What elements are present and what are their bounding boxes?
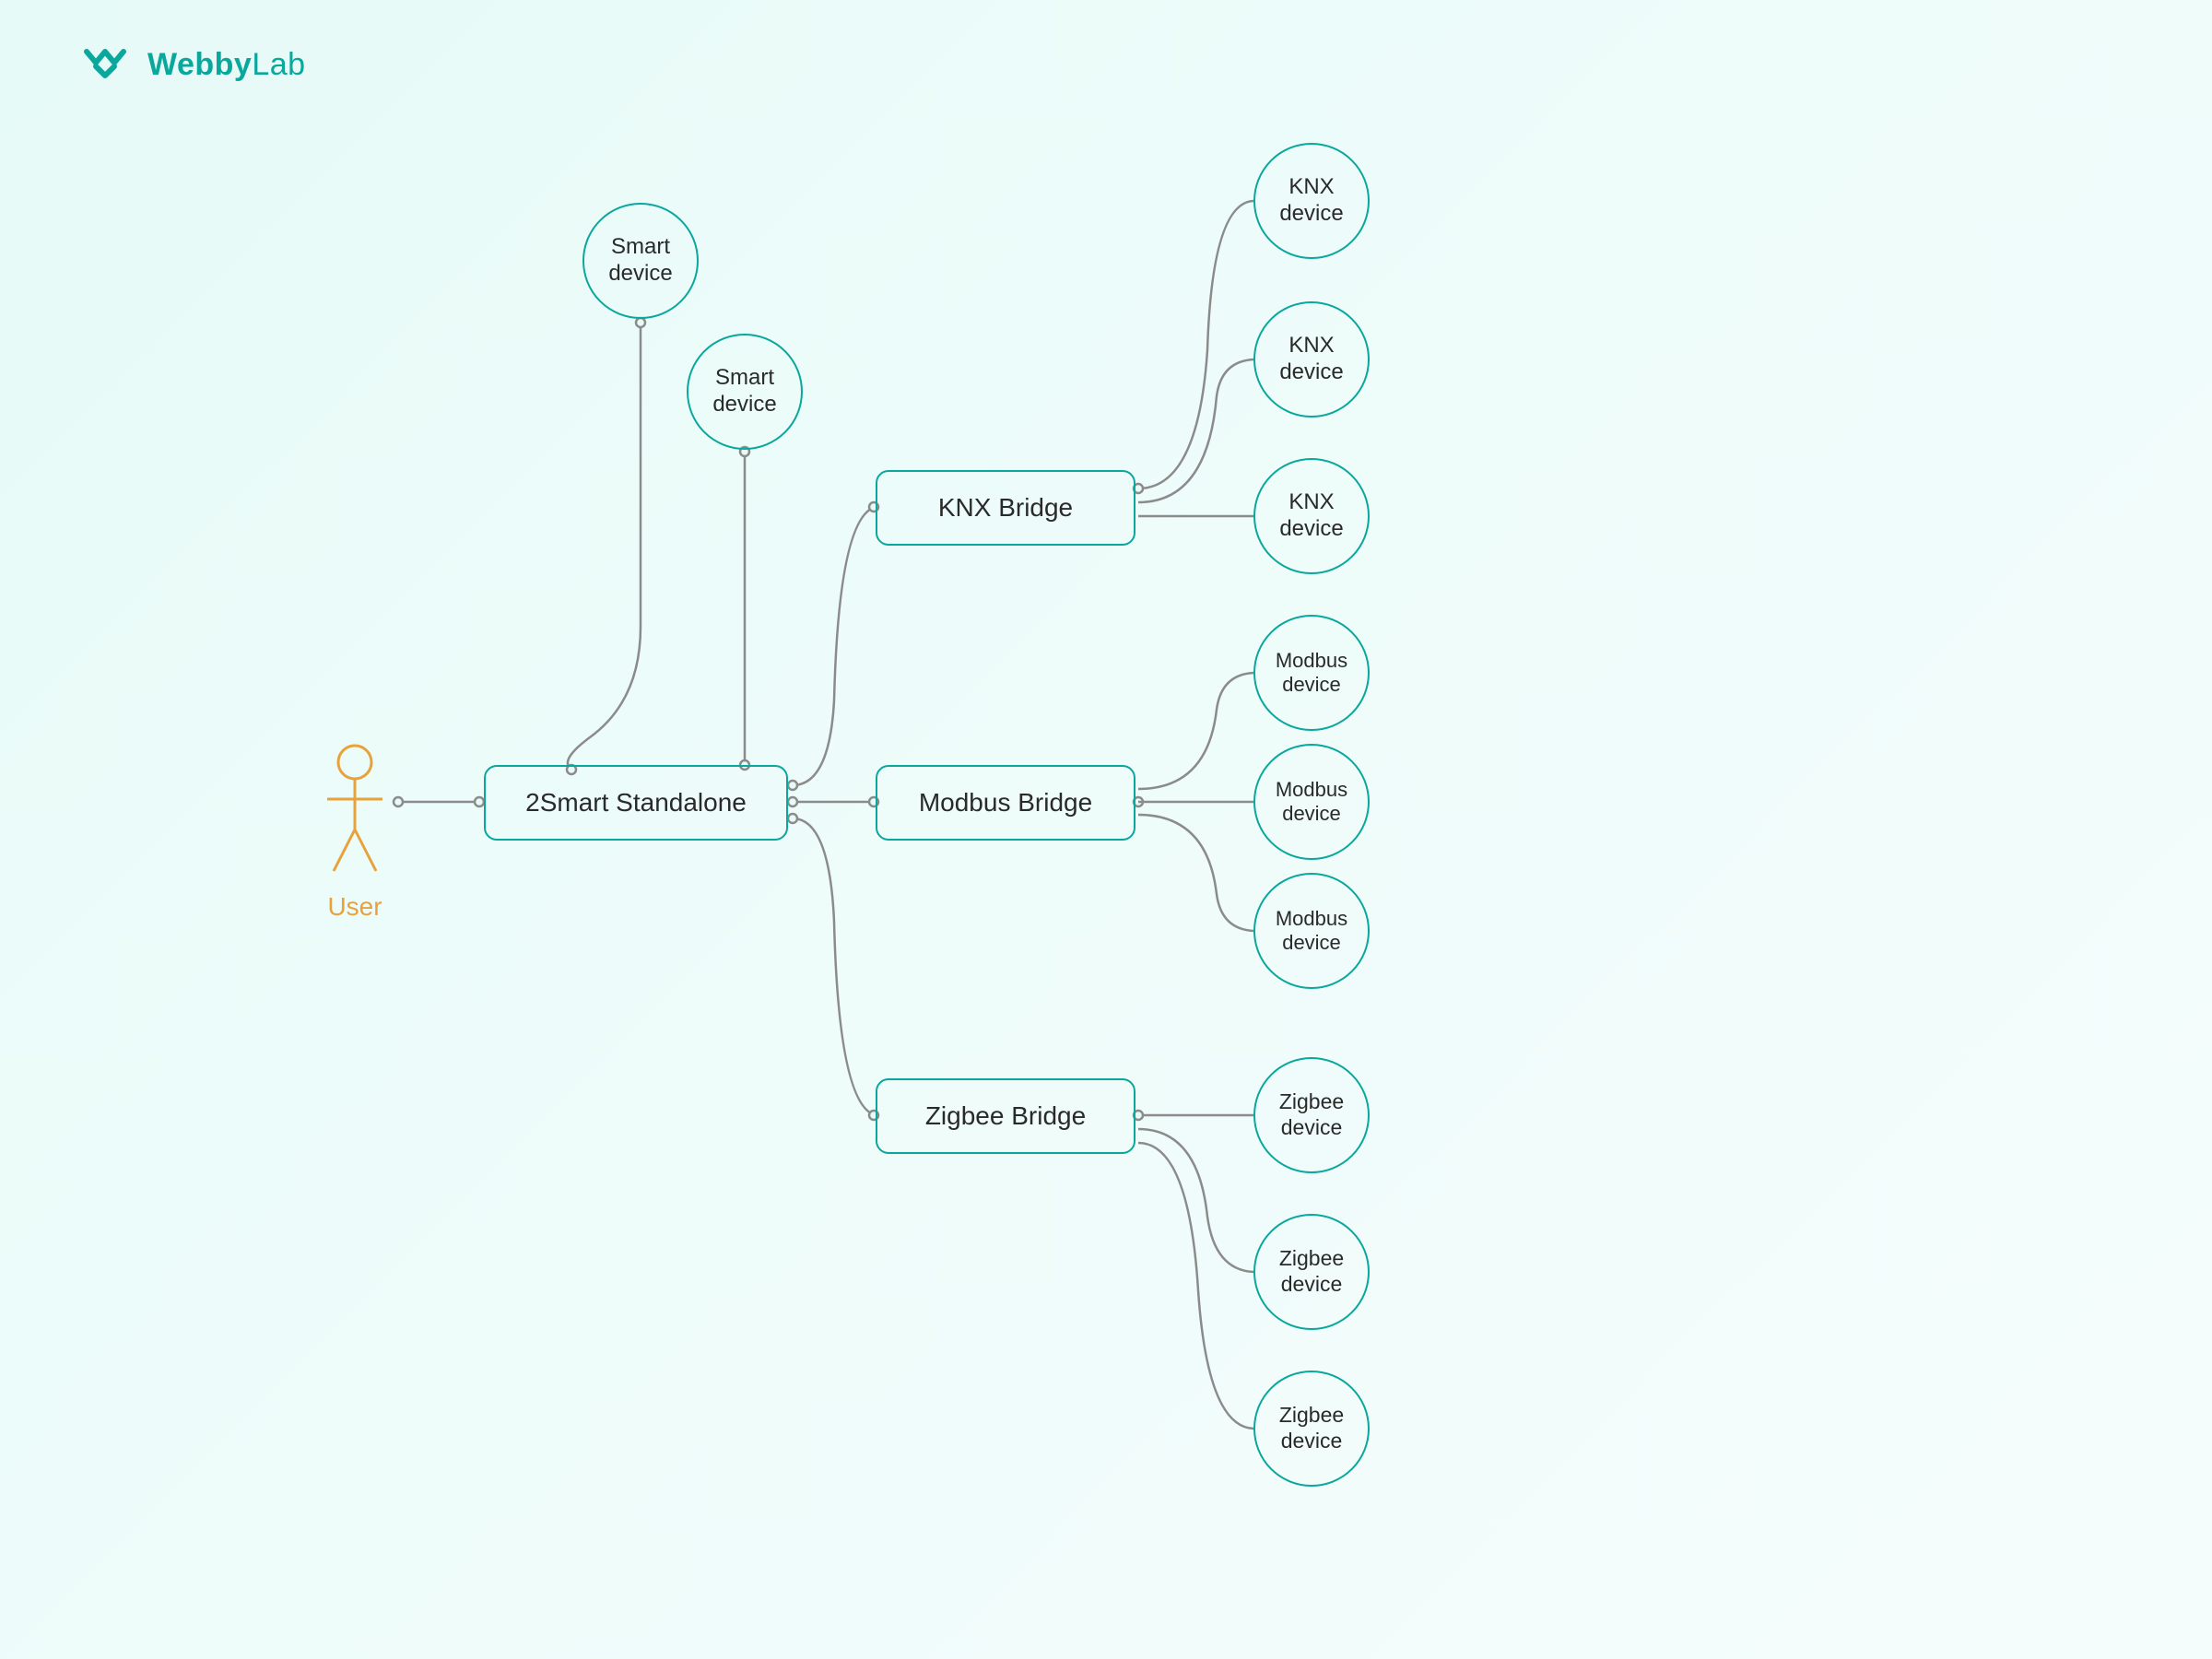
main-node-label: 2Smart Standalone	[525, 788, 747, 818]
device-node-modbus: Modbus device	[1253, 615, 1370, 731]
bridge-label: KNX Bridge	[938, 493, 1073, 523]
bridge-label: Zigbee Bridge	[925, 1101, 1086, 1131]
device-node-zigbee: Zigbee device	[1253, 1214, 1370, 1330]
smart-device-label: Smart device	[599, 234, 681, 288]
bridge-label: Modbus Bridge	[919, 788, 1092, 818]
device-label: KNX device	[1270, 174, 1352, 228]
smart-device-node: Smart device	[582, 203, 699, 319]
device-node-knx: KNX device	[1253, 458, 1370, 574]
device-node-knx: KNX device	[1253, 301, 1370, 418]
device-label: Zigbee device	[1272, 1403, 1351, 1453]
device-label: Modbus device	[1268, 778, 1355, 827]
main-node: 2Smart Standalone	[484, 765, 788, 841]
diagram-stage: User 2Smart Standalone Smart device Smar…	[0, 0, 2212, 1659]
smart-device-node: Smart device	[687, 334, 803, 450]
device-node-knx: KNX device	[1253, 143, 1370, 259]
smart-device-label: Smart device	[703, 365, 785, 418]
device-label: Modbus device	[1268, 649, 1355, 698]
bridge-node-knx: KNX Bridge	[876, 470, 1135, 546]
device-label: Zigbee device	[1272, 1246, 1351, 1297]
bridge-node-zigbee: Zigbee Bridge	[876, 1078, 1135, 1154]
device-node-zigbee: Zigbee device	[1253, 1371, 1370, 1487]
device-label: KNX device	[1270, 333, 1352, 386]
device-label: Modbus device	[1268, 907, 1355, 956]
device-node-zigbee: Zigbee device	[1253, 1057, 1370, 1173]
device-label: KNX device	[1270, 489, 1352, 543]
user-label: User	[323, 892, 387, 922]
user-icon	[313, 742, 396, 880]
bridge-node-modbus: Modbus Bridge	[876, 765, 1135, 841]
device-node-modbus: Modbus device	[1253, 744, 1370, 860]
device-label: Zigbee device	[1272, 1089, 1351, 1140]
device-node-modbus: Modbus device	[1253, 873, 1370, 989]
